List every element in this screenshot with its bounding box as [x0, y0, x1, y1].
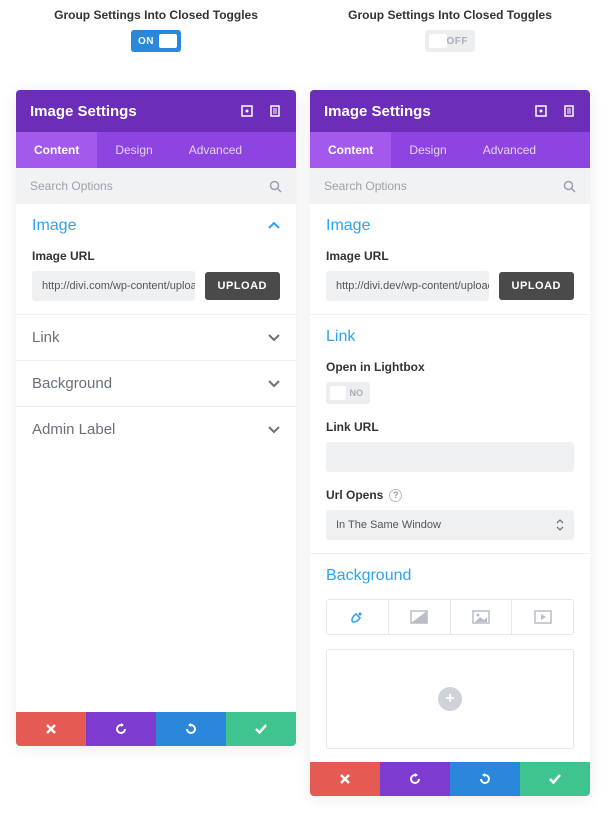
menu-icon[interactable] — [562, 104, 576, 118]
open-lightbox-label: Open in Lightbox — [326, 360, 574, 374]
link-url-label: Link URL — [326, 420, 574, 434]
background-section: Background — [310, 553, 590, 762]
undo-button[interactable] — [86, 712, 156, 746]
background-section-toggle[interactable]: Background — [16, 360, 296, 406]
bg-tab-video[interactable] — [512, 600, 573, 634]
bg-tab-color[interactable] — [327, 600, 389, 634]
tabs: Content Design Advanced — [16, 132, 296, 168]
chevron-down-icon — [268, 380, 280, 388]
right-column: Group Settings Into Closed Toggles OFF I… — [310, 8, 590, 796]
image-url-input[interactable]: http://divi.com/wp-content/uploac — [32, 271, 195, 301]
image-url-label: Image URL — [32, 249, 280, 263]
help-icon[interactable]: ? — [389, 489, 402, 502]
redo-button[interactable] — [450, 762, 520, 796]
bg-tab-gradient[interactable] — [389, 600, 451, 634]
panel-header: Image Settings — [310, 90, 590, 132]
group-toggle[interactable]: OFF — [425, 30, 475, 52]
group-toggle-label: Group Settings Into Closed Toggles — [310, 8, 590, 22]
tabs: Content Design Advanced — [310, 132, 590, 168]
chevron-down-icon — [268, 334, 280, 342]
add-background-icon: + — [438, 687, 462, 711]
left-column: Group Settings Into Closed Toggles ON Im… — [16, 8, 296, 796]
upload-button[interactable]: UPLOAD — [205, 272, 280, 300]
upload-button[interactable]: UPLOAD — [499, 272, 574, 300]
search-icon — [563, 180, 576, 193]
save-button[interactable] — [226, 712, 296, 746]
bg-tab-image[interactable] — [451, 600, 513, 634]
expand-icon[interactable] — [240, 104, 254, 118]
search-icon — [269, 180, 282, 193]
image-section-toggle[interactable]: Image — [32, 217, 280, 235]
background-type-tabs — [326, 599, 574, 635]
close-button[interactable] — [310, 762, 380, 796]
settings-panel: Image Settings Content Design Advanced S… — [310, 90, 590, 796]
image-url-label: Image URL — [326, 249, 574, 263]
panel-footer — [16, 712, 296, 746]
search-input[interactable]: Search Options — [16, 168, 296, 204]
chevron-down-icon — [268, 426, 280, 434]
url-opens-select[interactable]: In The Same Window — [326, 510, 574, 540]
link-url-input[interactable] — [326, 442, 574, 472]
save-button[interactable] — [520, 762, 590, 796]
settings-panel: Image Settings Content Design Advanced S… — [16, 90, 296, 746]
panel-title: Image Settings — [324, 103, 534, 120]
link-section-toggle[interactable]: Link — [16, 314, 296, 360]
expand-icon[interactable] — [534, 104, 548, 118]
search-input[interactable]: Search Options — [310, 168, 590, 204]
tab-advanced[interactable]: Advanced — [465, 132, 554, 168]
close-button[interactable] — [16, 712, 86, 746]
image-section: Image Image URL http://divi.com/wp-conte… — [16, 204, 296, 314]
tab-design[interactable]: Design — [391, 132, 464, 168]
group-toggle[interactable]: ON — [131, 30, 181, 52]
tab-design[interactable]: Design — [97, 132, 170, 168]
tab-advanced[interactable]: Advanced — [171, 132, 260, 168]
undo-button[interactable] — [380, 762, 450, 796]
admin-label-section-toggle[interactable]: Admin Label — [16, 406, 296, 452]
url-opens-label: Url Opens ? — [326, 488, 574, 502]
menu-icon[interactable] — [268, 104, 282, 118]
tab-content[interactable]: Content — [310, 132, 391, 168]
panel-footer — [310, 762, 590, 796]
tab-content[interactable]: Content — [16, 132, 97, 168]
link-section: Link Open in Lightbox NO Link URL — [310, 314, 590, 553]
open-lightbox-toggle[interactable]: NO — [326, 382, 370, 404]
select-arrows-icon — [556, 519, 564, 531]
background-preview[interactable]: + — [326, 649, 574, 749]
image-section: Image Image URL http://divi.dev/wp-conte… — [310, 204, 590, 314]
redo-button[interactable] — [156, 712, 226, 746]
image-url-input[interactable]: http://divi.dev/wp-content/uploac — [326, 271, 489, 301]
panel-header: Image Settings — [16, 90, 296, 132]
chevron-up-icon — [268, 222, 280, 230]
panel-title: Image Settings — [30, 103, 240, 120]
group-toggle-label: Group Settings Into Closed Toggles — [16, 8, 296, 22]
